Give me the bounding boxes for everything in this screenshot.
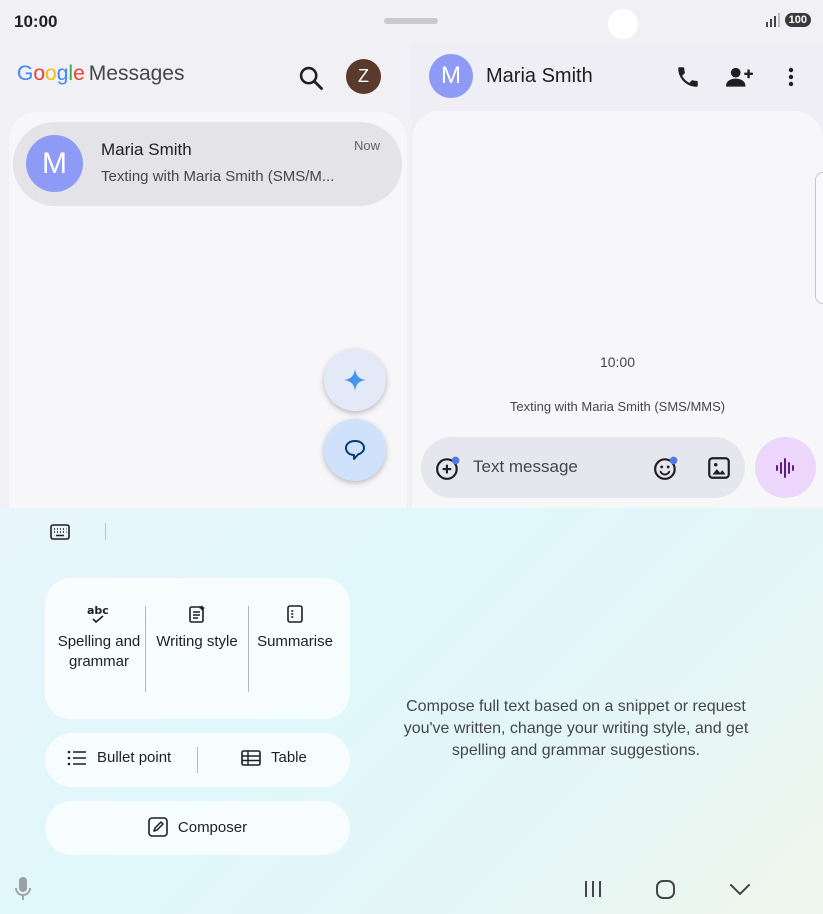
keyboard-icon[interactable] <box>50 523 70 541</box>
status-bar: 10:00 100 <box>0 0 823 44</box>
conversation-snippet: Texting with Maria Smith (SMS/M... <box>101 168 335 185</box>
spellcheck-icon: abc <box>87 604 109 624</box>
sparkle-icon <box>344 369 366 391</box>
tool-label: Summarise <box>257 633 333 650</box>
format-card: Bullet point Table <box>45 733 350 787</box>
search-icon[interactable] <box>297 64 325 92</box>
bullet-list-icon <box>67 750 86 765</box>
contact-avatar[interactable]: M <box>429 54 473 98</box>
composer-label: Composer <box>177 818 248 836</box>
home-icon[interactable] <box>655 878 677 900</box>
status-time: 10:00 <box>14 12 58 31</box>
message-input-bar[interactable]: Text message <box>421 437 745 498</box>
conversation-item[interactable]: M Maria Smith Texting with Maria Smith (… <box>13 122 402 206</box>
pane-resize-handle[interactable] <box>815 172 823 304</box>
logo-letter: g <box>56 62 69 85</box>
svg-text:abc: abc <box>87 604 109 617</box>
format-divider <box>197 747 198 773</box>
conversation-time: Now <box>353 138 380 153</box>
window-handle[interactable] <box>384 18 438 24</box>
writing-style-icon <box>189 605 205 623</box>
battery-level: 100 <box>784 13 811 27</box>
bullet-point-label: Bullet point <box>97 749 172 766</box>
add-person-icon[interactable] <box>725 64 755 90</box>
microphone-icon[interactable] <box>13 876 33 902</box>
tool-label: Writing style <box>156 633 238 650</box>
tool-label: Spelling and grammar <box>57 633 141 670</box>
navigation-bar <box>0 868 823 914</box>
summarise-button[interactable]: Summarise <box>245 604 345 652</box>
conversation-name: Maria Smith <box>101 140 192 159</box>
add-attachment-icon[interactable] <box>435 455 461 481</box>
writing-tools-panel: abc Spelling and grammar Writing style S… <box>0 508 823 914</box>
emoji-icon[interactable] <box>653 455 679 481</box>
app-title: Google Messages <box>17 62 184 86</box>
logo-letter: o <box>45 62 57 85</box>
logo-letter: e <box>73 62 85 85</box>
toolbar-divider <box>105 523 106 540</box>
summarise-icon <box>287 605 303 623</box>
composer-card: Composer <box>45 801 350 855</box>
gemini-button[interactable] <box>324 349 386 411</box>
message-timestamp: 10:00 <box>599 354 636 370</box>
message-thread: 10:00 Texting with Maria Smith (SMS/MMS)… <box>412 111 823 508</box>
voice-message-button[interactable] <box>755 437 816 498</box>
recents-icon[interactable] <box>582 878 604 900</box>
conversation-list-pane: Google Messages Z M Maria Smith Texting … <box>0 44 410 512</box>
status-icons: 100 <box>765 13 811 27</box>
message-input[interactable]: Text message <box>473 457 578 477</box>
google-logo: Google <box>17 62 85 86</box>
table-button[interactable]: Table <box>241 749 307 766</box>
start-chat-button[interactable] <box>324 419 386 481</box>
spelling-grammar-button[interactable]: abc Spelling and grammar <box>49 604 149 672</box>
writing-style-button[interactable]: Writing style <box>147 604 247 652</box>
account-avatar[interactable]: Z <box>346 59 381 94</box>
contact-avatar: M <box>26 135 83 192</box>
logo-letter: G <box>17 62 34 85</box>
phone-icon[interactable] <box>675 64 701 90</box>
tools-description: Compose full text based on a snippet or … <box>403 698 749 759</box>
conversation-pane: M Maria Smith 10:00 Texting with Maria S… <box>411 44 823 508</box>
signal-icon <box>765 13 780 27</box>
logo-letter: o <box>33 62 46 85</box>
table-label: Table <box>271 749 307 766</box>
hide-keyboard-icon[interactable] <box>728 878 752 900</box>
more-options-icon[interactable] <box>781 64 801 90</box>
app-name: Messages <box>88 62 185 85</box>
tool-divider <box>145 606 146 692</box>
contact-name[interactable]: Maria Smith <box>486 65 593 88</box>
bullet-point-button[interactable]: Bullet point <box>67 749 171 766</box>
waveform-icon <box>775 457 794 478</box>
tools-card: abc Spelling and grammar Writing style S… <box>45 578 350 719</box>
chat-bubble-icon <box>345 440 365 460</box>
table-icon <box>241 749 261 766</box>
camera-cutout <box>608 9 638 39</box>
gallery-icon[interactable] <box>706 455 732 481</box>
composer-button[interactable]: Composer <box>45 817 350 837</box>
edit-icon <box>148 817 168 837</box>
system-message: Texting with Maria Smith (SMS/MMS) <box>509 399 726 414</box>
